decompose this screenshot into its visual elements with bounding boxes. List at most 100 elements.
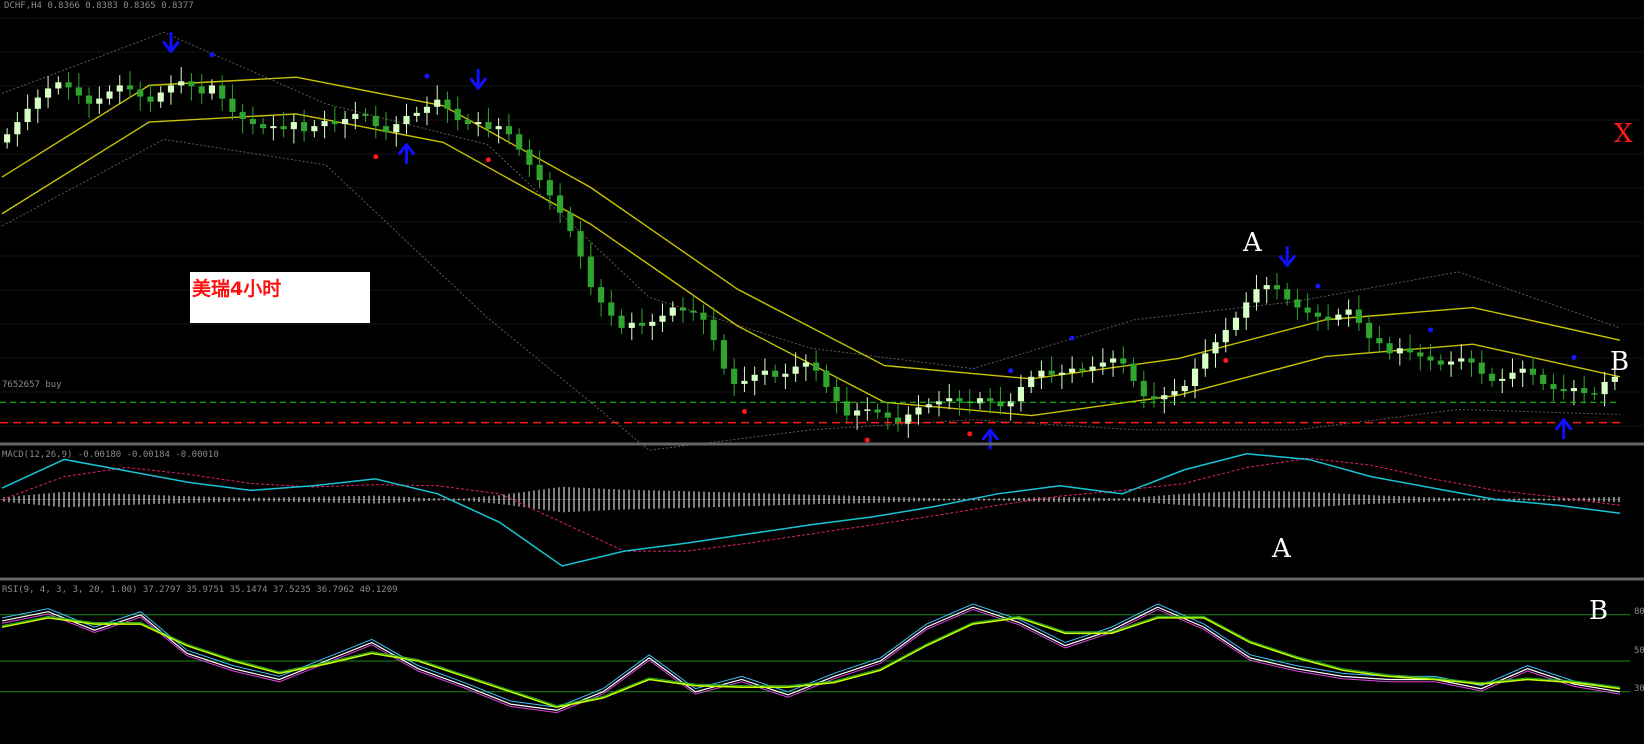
candle-body: [24, 108, 31, 123]
candle-body: [935, 401, 943, 405]
candle-body: [1089, 366, 1096, 371]
fractal-down-dot: [373, 154, 379, 160]
candle-body: [188, 81, 195, 87]
candle-body: [669, 307, 676, 316]
rsi-level-label-80: 80: [1634, 607, 1644, 617]
candle-body: [362, 113, 369, 116]
candle-body: [413, 112, 420, 116]
candle-body: [1611, 376, 1618, 382]
candle-body: [1335, 314, 1342, 320]
candle-body: [280, 126, 287, 130]
candle-body: [679, 307, 687, 311]
candle-body: [229, 98, 236, 112]
signal-arrows: [162, 32, 1573, 450]
panel-separators[interactable]: [0, 442, 1644, 581]
candle-body: [1038, 370, 1045, 377]
candle-body: [628, 322, 635, 328]
candle-body: [423, 106, 431, 113]
candle-body: [137, 89, 144, 97]
candle-body: [208, 85, 216, 94]
fractal-up-dot: [1069, 335, 1075, 341]
candle-body: [1417, 352, 1424, 357]
candle-body: [444, 99, 451, 109]
candle-body: [1130, 363, 1137, 381]
candle-body: [1427, 356, 1434, 361]
candle-body: [1601, 381, 1608, 395]
candle-body: [649, 321, 656, 326]
candle-body: [1406, 348, 1414, 353]
candle-body: [1273, 285, 1281, 290]
candle-body: [372, 115, 379, 127]
candle-body: [495, 126, 502, 130]
candle-body: [1171, 391, 1178, 396]
candle-body: [260, 124, 267, 129]
candle-body: [1263, 285, 1270, 290]
candle-body: [618, 315, 625, 328]
rsi-line-white: [1, 606, 1621, 711]
fractal-down-dot: [1223, 358, 1229, 364]
rsi-level-label-50: 50: [1634, 646, 1644, 656]
candle-body: [352, 113, 359, 119]
candle-body: [516, 134, 523, 150]
rsi-level-label-30: 30: [1634, 684, 1644, 694]
candle-body: [1550, 383, 1557, 390]
candle-body: [96, 98, 103, 104]
candle-body: [454, 108, 461, 121]
chart-canvas[interactable]: [0, 0, 1644, 740]
candle-body: [147, 96, 154, 102]
candle-body: [1376, 338, 1383, 344]
candle-body: [1396, 348, 1403, 354]
candle-body: [557, 195, 564, 213]
candle-body: [382, 126, 390, 133]
candle-body: [874, 409, 881, 413]
candle-body: [475, 122, 482, 125]
candle-body: [690, 310, 697, 313]
candle-body: [1191, 368, 1199, 386]
candle-body: [526, 149, 533, 165]
candle-body: [1150, 396, 1158, 400]
candle-body: [178, 81, 185, 86]
candle-body: [1294, 299, 1301, 308]
candle-body: [608, 302, 615, 316]
arrow-down-icon: [1278, 246, 1296, 268]
candle-body: [1560, 389, 1567, 392]
candle-body: [1314, 312, 1321, 317]
fractal-up-dot: [1571, 354, 1577, 360]
candle-body: [1529, 368, 1537, 375]
candle-body: [536, 164, 543, 181]
candle-body: [1284, 289, 1291, 300]
candle-body: [915, 407, 922, 415]
candle-body: [1386, 343, 1393, 354]
fractal-up-dot: [1315, 283, 1321, 289]
candle-body: [751, 374, 758, 381]
candle-body: [219, 85, 226, 99]
candle-body: [45, 88, 52, 98]
candle-body: [1499, 378, 1506, 381]
candle-body: [290, 122, 297, 130]
candle-body: [792, 366, 799, 374]
fractal-up-dot: [209, 52, 215, 58]
candle-body: [854, 410, 861, 416]
candle-body: [946, 398, 953, 402]
candle-body: [782, 373, 789, 377]
candle-body: [126, 85, 134, 90]
candle-body: [864, 409, 871, 411]
candle-body: [1069, 368, 1076, 373]
chart-window[interactable]: DCHF,H4 0.8366 0.8383 0.8365 0.8377 7652…: [0, 0, 1644, 740]
caption-text: 美瑞4小时: [192, 278, 282, 300]
fractal-down-dot: [741, 408, 747, 414]
candle-body: [567, 212, 574, 232]
candle-body: [434, 99, 441, 107]
candle-body: [1058, 372, 1065, 375]
candle-body: [157, 92, 164, 102]
candle-body: [577, 231, 584, 257]
candle-body: [597, 287, 605, 303]
candle-body: [710, 319, 717, 341]
candle-body: [270, 126, 277, 129]
candle-body: [301, 122, 308, 132]
fractal-down-dot: [967, 431, 973, 437]
candle-body: [505, 126, 512, 135]
annotation-x: X: [1614, 119, 1633, 149]
arrow-up-icon: [1555, 418, 1573, 440]
candle-body: [331, 121, 338, 125]
